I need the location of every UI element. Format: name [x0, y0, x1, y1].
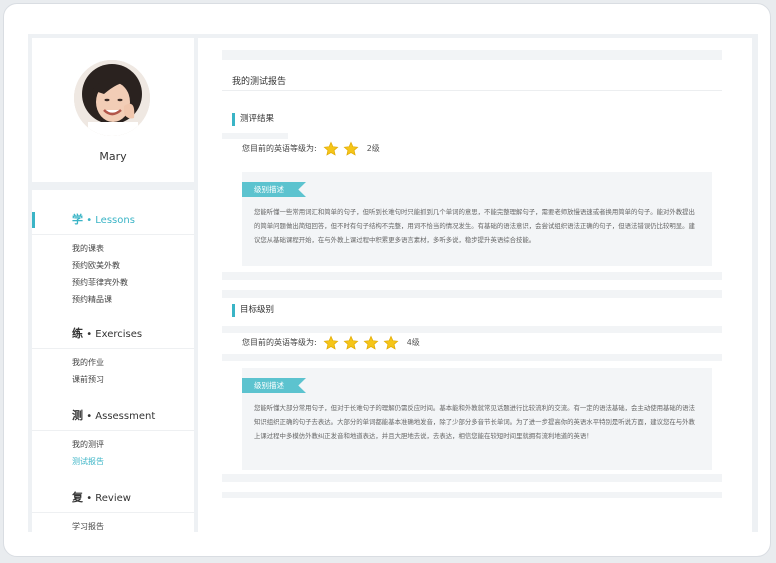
avatar[interactable]	[74, 60, 150, 136]
star-icon	[343, 141, 359, 156]
section-title-text: 目标级别	[240, 305, 275, 315]
menu-head-icon-char: 练	[72, 327, 83, 340]
menu-head-lessons[interactable]: 学 • Lessons	[32, 206, 194, 235]
menu-section-lessons: 学 • Lessons 我的课表 预约欧美外教 预约菲律宾外教 预约精品课	[32, 206, 194, 308]
menu-section-exercises: 练 • Exercises 我的作业 课前预习	[32, 320, 194, 388]
section-bar	[232, 304, 235, 317]
menu-item-test-report[interactable]: 测试报告	[32, 453, 194, 470]
section-bar	[232, 113, 235, 126]
star-icon	[363, 335, 379, 350]
page-title: 我的测试报告	[232, 77, 287, 87]
level-description-box: 级别描述 您能听懂一些常用词汇和简单的句子，但听到长难句时只能抓到几个单词的意思…	[242, 172, 712, 266]
level-description-text: 您能听懂一些常用词汇和简单的句子，但听到长难句时只能抓到几个单词的意思，不能完整…	[254, 208, 695, 244]
menu-item-study-report[interactable]: 学习报告	[32, 518, 194, 532]
decor-stripe	[222, 50, 722, 60]
menu-item-book-premium-class[interactable]: 预约精品课	[32, 291, 194, 308]
decor-stripe	[222, 272, 722, 280]
menu-head-icon-char: 学	[72, 213, 83, 226]
menu-head-exercises[interactable]: 练 • Exercises	[32, 320, 194, 349]
menu-head-label: • Assessment	[86, 411, 156, 422]
menu-item-my-schedule[interactable]: 我的课表	[32, 240, 194, 257]
menu-head-label: • Review	[86, 493, 131, 504]
active-indicator	[32, 212, 35, 228]
section-title-target: 目标级别	[232, 304, 274, 317]
menu-head-review[interactable]: 复 • Review	[32, 484, 194, 513]
star-icon	[343, 335, 359, 350]
level-grade: 2级	[366, 144, 380, 153]
level-description-box: 级别描述 您能听懂大部分常用句子，但对于长难句子的理解仍需反应时间。基本能和外教…	[242, 368, 712, 470]
menu-item-my-assessment[interactable]: 我的测评	[32, 436, 194, 453]
menu-item-book-western-teacher[interactable]: 预约欧美外教	[32, 257, 194, 274]
star-icon	[323, 335, 339, 350]
menu-head-label: • Lessons	[86, 215, 135, 226]
decor-stripe	[222, 354, 722, 361]
report-panel: 我的测试报告 测评结果 您目前的英语等级为: 2级 级别描述 您能听懂一些常用词…	[198, 38, 752, 532]
app-window: Mary 学 • Lessons 我的课表 预约欧美外教 预约菲律宾外教 预约精…	[3, 3, 771, 557]
star-rating	[323, 335, 403, 351]
profile-card: Mary	[32, 38, 194, 182]
menu-head-icon-char: 测	[72, 409, 83, 422]
target-level-row: 您目前的英语等级为: 4级	[242, 334, 420, 352]
level-description-tag: 级别描述	[242, 378, 306, 393]
level-description-tag: 级别描述	[242, 182, 306, 197]
content-area: Mary 学 • Lessons 我的课表 预约欧美外教 预约菲律宾外教 预约精…	[28, 34, 758, 532]
section-title-text: 测评结果	[240, 114, 275, 124]
avatar-photo	[74, 60, 150, 136]
section-title-result: 测评结果	[232, 113, 274, 126]
decor-stripe	[222, 326, 722, 333]
sidebar-menu: 学 • Lessons 我的课表 预约欧美外教 预约菲律宾外教 预约精品课 练 …	[32, 190, 194, 532]
star-rating	[323, 141, 363, 157]
level-label: 您目前的英语等级为:	[242, 338, 317, 347]
menu-item-book-filipino-teacher[interactable]: 预约菲律宾外教	[32, 274, 194, 291]
decor-stripe	[222, 290, 722, 298]
menu-head-icon-char: 复	[72, 491, 83, 504]
menu-item-homework[interactable]: 我的作业	[32, 354, 194, 371]
menu-section-assessment: 测 • Assessment 我的测评 测试报告	[32, 402, 194, 470]
menu-head-label: • Exercises	[86, 329, 143, 340]
menu-section-review: 复 • Review 学习报告	[32, 484, 194, 532]
divider	[222, 90, 722, 91]
decor-stripe	[222, 492, 722, 498]
level-grade: 4级	[406, 338, 420, 347]
star-icon	[383, 335, 399, 350]
decor-stripe	[222, 474, 722, 482]
menu-head-assessment[interactable]: 测 • Assessment	[32, 402, 194, 431]
decor-stripe	[222, 133, 288, 139]
username: Mary	[99, 150, 127, 163]
level-description-text: 您能听懂大部分常用句子，但对于长难句子的理解仍需反应时间。基本能和外教就常见话题…	[254, 404, 695, 440]
star-icon	[323, 141, 339, 156]
current-level-row: 您目前的英语等级为: 2级	[242, 140, 380, 158]
menu-item-preview[interactable]: 课前预习	[32, 371, 194, 388]
level-label: 您目前的英语等级为:	[242, 144, 317, 153]
